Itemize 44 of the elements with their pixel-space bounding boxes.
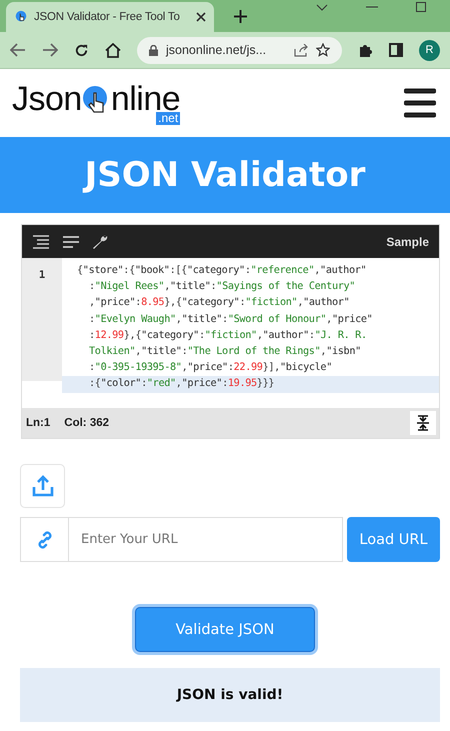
wrench-icon[interactable] [92,234,108,250]
code-line: {"store":{"book":[{"category":"reference","author" [76,264,368,278]
link-icon [36,530,54,548]
forward-icon[interactable] [42,43,58,57]
code-line: :12.99},{"category":"fiction","author":"J. R. R. [88,328,368,343]
browser-tab[interactable]: JSON Validator - Free Tool To [6,2,214,32]
collapse-icon [416,415,430,431]
chevron-down-icon[interactable] [316,4,328,10]
address-text: jsononline.net/js... [166,43,268,57]
new-tab-icon[interactable] [234,10,247,23]
maximize-icon[interactable] [416,2,426,12]
upload-icon [32,475,54,497]
code-line: :"0-395-19395-8","price":22.99}],"bicycle" [88,361,334,376]
wrap-toggle[interactable] [410,411,436,435]
compact-icon[interactable] [62,236,80,248]
code-line: ,"price":8.95},{"category":"fiction","author" [88,296,350,310]
code-line: Tolkien","title":"The Lord of the Rings","isbn" [88,344,362,359]
side-panel-icon[interactable] [389,43,403,57]
url-field[interactable]: Enter Your URL [20,517,343,562]
cursor-column: Col: 362 [64,417,110,429]
upload-button[interactable] [20,464,65,508]
minimize-icon[interactable] [366,6,378,8]
share-icon[interactable] [294,44,308,56]
home-icon[interactable] [105,42,121,58]
menu-icon[interactable] [404,88,436,118]
hand-cursor-icon [14,10,28,24]
format-icon[interactable] [32,234,50,248]
result-message: JSON is valid! [176,687,284,703]
back-icon[interactable] [10,43,26,57]
close-icon[interactable] [196,12,206,22]
puzzle-icon[interactable] [358,42,373,58]
sample-button[interactable]: Sample [386,234,429,248]
line-number: 1 [38,269,46,281]
star-icon[interactable] [316,43,330,57]
reload-icon[interactable] [74,42,89,58]
tab-title: JSON Validator - Free Tool To [34,11,181,23]
logo-text: Json [12,81,82,117]
cursor-line: Ln:1 [26,417,50,429]
address-bar[interactable]: jsononline.net/js... [137,36,342,64]
page-title: JSON Validator [84,155,366,195]
lock-icon [149,44,158,56]
code-line: :"Evelyn Waugh","title":"Sword of Honour","price" [88,312,374,327]
code-line: :"Nigel Rees","title":"Sayings of the Century" [88,280,356,294]
profile-avatar[interactable]: R [419,40,440,60]
